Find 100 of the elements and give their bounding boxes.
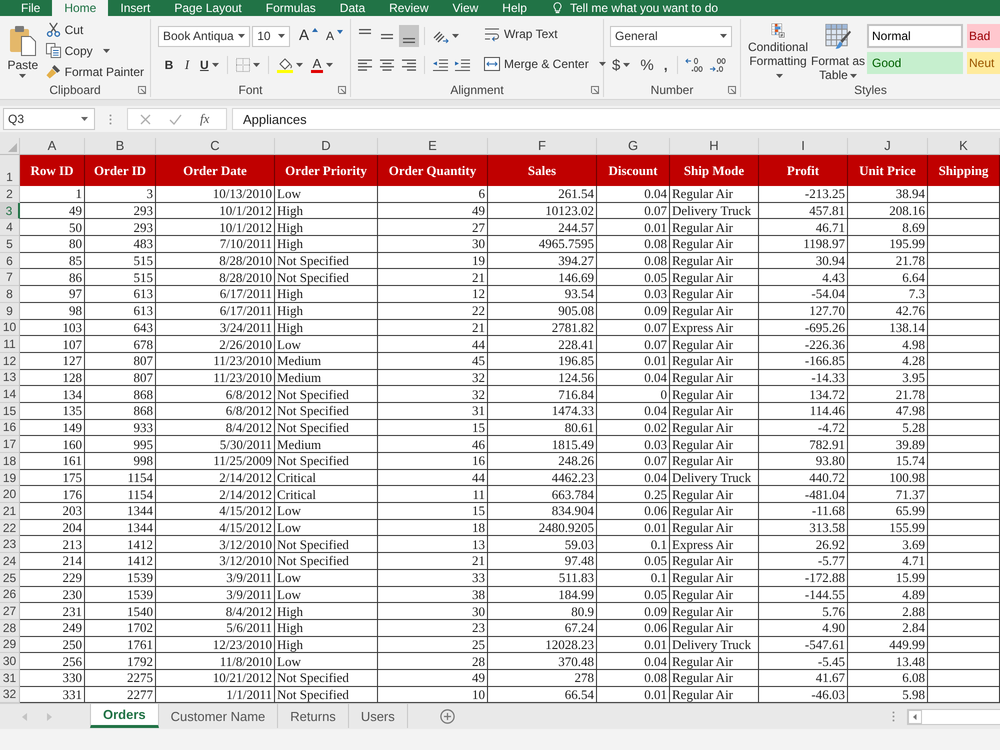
row-header[interactable]: 19 <box>0 470 20 486</box>
row-header[interactable]: 26 <box>0 586 20 604</box>
row-header[interactable]: 13 <box>0 370 20 386</box>
sheet-tab[interactable]: Users <box>348 704 408 728</box>
row-header[interactable]: 5 <box>0 236 20 253</box>
row-header[interactable]: 6 <box>0 252 20 270</box>
column-header[interactable]: A <box>20 138 85 155</box>
row-header[interactable]: 9 <box>0 302 20 320</box>
row-header[interactable]: 24 <box>0 553 20 570</box>
cell-style-option[interactable]: Bad <box>967 24 1000 48</box>
cell-style-option[interactable]: Normal <box>867 24 963 48</box>
column-header[interactable]: F <box>488 138 597 155</box>
wrap-text-button[interactable]: Wrap Text <box>482 23 608 45</box>
row-header[interactable]: 29 <box>0 636 20 654</box>
vertical-dots-icon[interactable] <box>109 114 112 124</box>
dialog-launcher-icon[interactable] <box>338 86 346 94</box>
row-header[interactable]: 11 <box>0 336 20 353</box>
ribbon-tab[interactable]: Data <box>328 0 378 16</box>
ribbon-tab[interactable]: Home <box>52 0 108 16</box>
cell-style-option[interactable]: Good <box>867 52 963 74</box>
column-header[interactable]: D <box>275 138 378 155</box>
scroll-left-icon[interactable] <box>908 710 922 724</box>
row-header[interactable]: 16 <box>0 420 20 436</box>
column-header[interactable]: G <box>597 138 670 155</box>
column-header[interactable]: E <box>378 138 488 155</box>
row-header[interactable]: 21 <box>0 503 20 520</box>
font-size-field[interactable]: 10 <box>252 26 290 46</box>
column-header[interactable]: B <box>85 138 156 155</box>
merge-center-button[interactable]: Merge & Center <box>482 53 608 75</box>
font-color-button[interactable]: A <box>308 55 336 75</box>
insert-function-button[interactable]: fx <box>200 111 210 127</box>
horizontal-scrollbar[interactable] <box>907 708 1000 725</box>
vertical-align-button[interactable] <box>399 25 419 47</box>
column-header[interactable]: I <box>759 138 848 155</box>
vertical-dots-icon[interactable] <box>892 711 895 722</box>
row-header[interactable]: 14 <box>0 386 20 403</box>
table-cell: 138.14 <box>848 320 928 336</box>
row-header[interactable]: 31 <box>0 670 20 687</box>
dialog-launcher-icon[interactable] <box>591 86 599 94</box>
ribbon-tab[interactable]: Review <box>377 0 440 16</box>
table-cell: 2781.82 <box>488 320 597 336</box>
row-header[interactable]: 15 <box>0 402 20 420</box>
table-cell: Low <box>275 520 378 536</box>
increase-decimal-icon[interactable] <box>684 57 703 73</box>
row-header[interactable]: 4 <box>0 219 20 236</box>
ribbon-tab[interactable]: Help <box>490 0 539 16</box>
number-format-field[interactable]: General <box>610 26 732 46</box>
row-header[interactable]: 20 <box>0 486 20 504</box>
decrease-decimal-icon[interactable] <box>708 57 727 73</box>
font-name-field[interactable]: Book Antiqua <box>158 26 250 46</box>
row-header[interactable]: 22 <box>0 520 20 536</box>
check-icon[interactable] <box>169 114 182 124</box>
cell-style-option[interactable]: Neut <box>967 52 1000 74</box>
row-header[interactable]: 27 <box>0 603 20 620</box>
percent-button[interactable]: % <box>636 55 658 75</box>
row-header[interactable]: 18 <box>0 453 20 470</box>
column-header[interactable]: C <box>156 138 275 155</box>
conditional-formatting-button[interactable]: Conditional Formatting <box>745 23 811 82</box>
italic-button[interactable]: I <box>179 55 195 75</box>
row-header[interactable]: 10 <box>0 320 20 336</box>
row-header[interactable]: 1 <box>0 155 20 186</box>
tell-me-field[interactable]: Tell me what you want to do <box>570 0 760 16</box>
ribbon-tab[interactable]: View <box>440 0 490 16</box>
ribbon-tab[interactable]: Page Layout <box>162 0 254 16</box>
row-header[interactable]: 8 <box>0 286 20 303</box>
column-header[interactable]: H <box>670 138 759 155</box>
cut-button[interactable]: Cut <box>44 20 146 39</box>
row-header[interactable]: 12 <box>0 352 20 370</box>
ribbon-tab[interactable]: Insert <box>108 0 162 16</box>
row-header[interactable]: 28 <box>0 620 20 637</box>
ribbon-tab[interactable]: Formulas <box>254 0 328 16</box>
shrink-font-button[interactable]: A <box>322 26 346 46</box>
row-header[interactable]: 7 <box>0 269 20 286</box>
sheet-tab[interactable]: Returns <box>278 704 349 728</box>
column-header[interactable]: J <box>848 138 928 155</box>
sheet-tab[interactable]: Customer Name <box>158 704 278 728</box>
name-box[interactable]: Q3 <box>3 108 95 130</box>
paste-button[interactable]: Paste <box>6 24 40 82</box>
row-header[interactable]: 23 <box>0 536 20 554</box>
format-painter-button[interactable]: Format Painter <box>44 62 146 81</box>
comma-style-button[interactable]: , <box>660 55 672 75</box>
dialog-launcher-icon[interactable] <box>138 86 146 94</box>
row-header[interactable]: 32 <box>0 686 20 704</box>
row-header[interactable]: 2 <box>0 186 20 203</box>
row-header[interactable]: 3 <box>0 202 20 220</box>
formula-field[interactable]: Appliances <box>232 108 1000 130</box>
row-header[interactable]: 25 <box>0 570 20 586</box>
row-header[interactable]: 17 <box>0 436 20 453</box>
new-sheet-icon[interactable] <box>440 709 455 724</box>
ribbon-tab[interactable]: File <box>9 0 52 16</box>
row-header[interactable]: 30 <box>0 653 20 670</box>
underline-button[interactable]: U <box>197 55 222 75</box>
currency-button[interactable]: $ <box>608 55 634 75</box>
format-as-table-button[interactable]: Format as Table <box>811 23 865 82</box>
grow-font-button[interactable]: A <box>296 26 321 46</box>
column-header[interactable]: K <box>928 138 1000 155</box>
sheet-tab[interactable]: Orders <box>90 704 159 728</box>
dialog-launcher-icon[interactable] <box>728 86 736 94</box>
copy-button[interactable]: Copy <box>44 41 146 60</box>
bold-button[interactable]: B <box>161 55 177 75</box>
